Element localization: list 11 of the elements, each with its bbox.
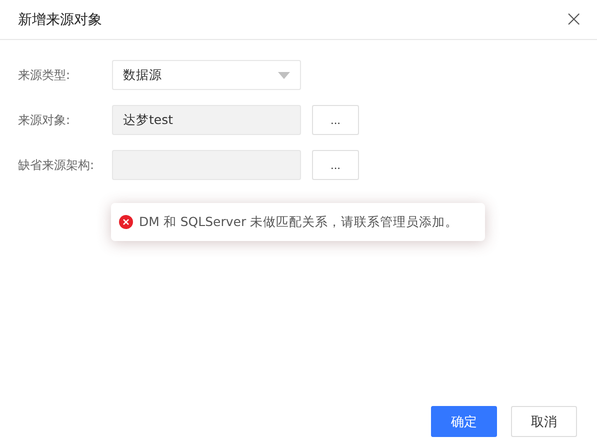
error-icon <box>119 215 133 229</box>
select-field[interactable]: 数据源 <box>112 60 301 90</box>
close-button[interactable]: × <box>564 8 583 30</box>
dialog-title: 新增来源对象 <box>18 10 102 28</box>
field-label: 缺省来源架构: <box>18 156 96 174</box>
confirm-button[interactable]: 确定 <box>431 406 497 437</box>
toast-message: DM 和 SQLServer 未做匹配关系，请联系管理员添加。 <box>139 214 458 230</box>
caret-icon <box>278 72 290 78</box>
field-label: 来源类型: <box>18 66 72 84</box>
field-label: 来源对象: <box>18 112 72 128</box>
cancel-button[interactable]: 取消 <box>511 406 577 437</box>
